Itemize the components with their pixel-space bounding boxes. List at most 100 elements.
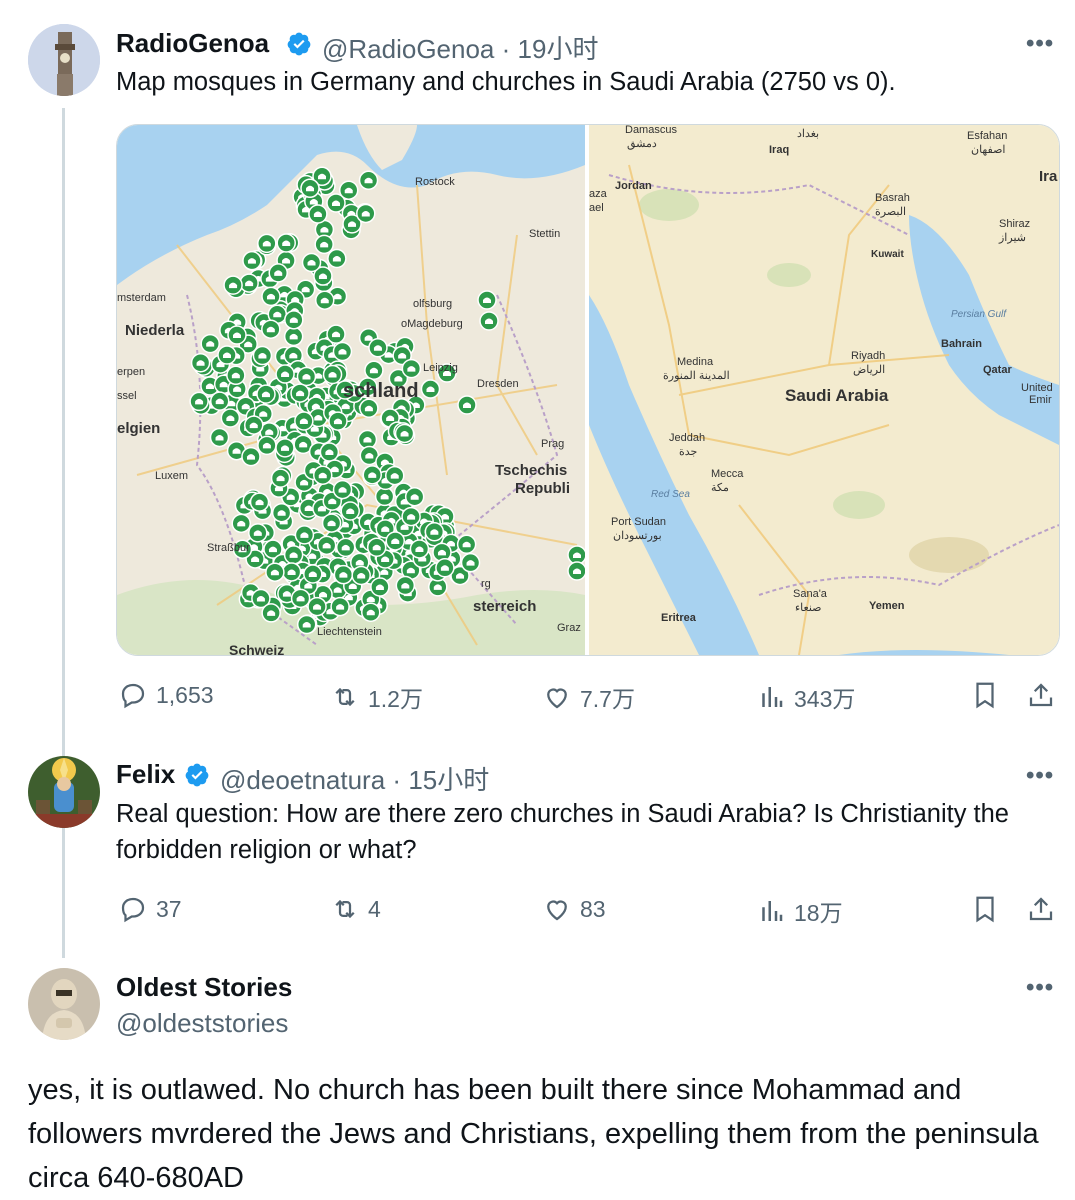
- map-label: Schweiz: [229, 642, 284, 655]
- map-label: Shiraz: [999, 218, 1030, 230]
- separator-dot: ·: [392, 765, 402, 795]
- map-label: erpen: [117, 366, 145, 378]
- map-label: Saudi Arabia: [785, 386, 889, 405]
- map-label: البصرة: [875, 206, 906, 218]
- map-label: Rostock: [415, 176, 455, 188]
- author-name[interactable]: Felix: [116, 759, 175, 790]
- map-label: Straßbur: [207, 542, 250, 554]
- saudi-map: Damascus دمشق Iraq بغداد Esfahan اصفهان …: [589, 125, 1059, 655]
- views-count: 18万: [794, 900, 843, 926]
- map-label: Leipzig: [423, 362, 458, 374]
- tweet-text: Map mosques in Germany and churches in S…: [116, 68, 896, 96]
- map-label: olfsburg: [413, 298, 452, 310]
- map-image: Rostock Stettin msterdam Niederla olfsbu…: [117, 125, 1059, 655]
- map-label: msterdam: [117, 292, 166, 304]
- map-label: United: [1021, 382, 1053, 394]
- map-label: Ira: [1039, 168, 1058, 185]
- map-label: Jeddah: [669, 432, 705, 444]
- avatar[interactable]: [28, 756, 100, 828]
- map-label: Red Sea: [651, 489, 690, 500]
- separator-dot: ·: [501, 34, 511, 64]
- reply-count: 37: [156, 895, 182, 922]
- map-label: Yemen: [869, 600, 905, 612]
- more-icon[interactable]: •••: [1026, 762, 1054, 790]
- views-button[interactable]: 343万: [756, 680, 855, 714]
- map-label: دمشق: [627, 138, 657, 150]
- views-count: 343万: [794, 686, 856, 712]
- map-label: Prag: [541, 438, 564, 450]
- map-label: Jordan: [615, 180, 652, 192]
- map-label: Emir: [1029, 394, 1052, 406]
- retweet-button[interactable]: 4: [330, 894, 381, 924]
- verified-badge-icon: [287, 32, 311, 56]
- avatar[interactable]: [28, 968, 100, 1040]
- map-label: مكة: [711, 482, 729, 494]
- author-handle[interactable]: @oldeststories: [116, 1008, 288, 1039]
- more-icon[interactable]: •••: [1026, 30, 1054, 58]
- views-icon: [762, 901, 783, 921]
- reply-text: yes, it is outlawed. No church has been …: [28, 1074, 1039, 1194]
- more-icon[interactable]: •••: [1026, 974, 1054, 1002]
- retweet-button[interactable]: 1.2万: [330, 680, 423, 714]
- map-label: المدينة المنورة: [663, 370, 730, 382]
- reply-button[interactable]: 1,653: [118, 680, 214, 710]
- map-label: صنعاء: [795, 602, 822, 614]
- tweet-text: Real question: How are there zero church…: [116, 800, 1009, 864]
- reply-count: 1,653: [156, 681, 214, 708]
- views-icon: [762, 687, 783, 707]
- map-label: Mecca: [711, 468, 744, 480]
- reply-button[interactable]: 37: [118, 894, 182, 924]
- map-label: aza: [589, 188, 608, 200]
- map-label: Dresden: [477, 378, 519, 390]
- bookmark-icon[interactable]: [970, 894, 1000, 924]
- avatar[interactable]: [28, 24, 100, 96]
- thread-line: [62, 108, 65, 958]
- map-label: Medina: [677, 356, 714, 368]
- map-label: شيراز: [998, 232, 1026, 244]
- map-label: rg: [481, 578, 491, 590]
- heart-icon: [547, 900, 567, 921]
- reply-icon: [121, 897, 145, 923]
- map-label: ael: [589, 202, 604, 214]
- map-label: Niederla: [125, 322, 185, 339]
- map-label: Eritrea: [661, 612, 697, 624]
- author-name[interactable]: RadioGenoa: [116, 28, 269, 59]
- map-label: Kuwait: [871, 249, 904, 260]
- retweet-count: 4: [368, 895, 381, 922]
- map-label: Luxem: [155, 470, 188, 482]
- map-label: sterreich: [473, 598, 536, 615]
- author-handle[interactable]: @deoetnatura: [220, 765, 385, 795]
- map-label: schland: [343, 380, 419, 402]
- map-label: بغداد: [797, 128, 819, 140]
- tweet-meta: @deoetnatura · 15小时: [220, 760, 489, 797]
- reply-icon: [121, 683, 145, 709]
- map-label: بورتسودان: [613, 530, 662, 542]
- like-count: 83: [580, 895, 606, 922]
- map-label: Liechtenstein: [317, 626, 382, 638]
- retweet-icon: [335, 899, 355, 919]
- map-label: Esfahan: [967, 130, 1007, 142]
- like-count: 7.7万: [580, 686, 635, 712]
- author-handle[interactable]: @RadioGenoa: [322, 34, 494, 64]
- map-label: Basrah: [875, 192, 910, 204]
- share-icon[interactable]: [1026, 894, 1056, 924]
- map-label: اصفهان: [971, 144, 1005, 156]
- timestamp[interactable]: 15小时: [408, 765, 489, 795]
- like-button[interactable]: 83: [542, 894, 606, 924]
- like-button[interactable]: 7.7万: [542, 680, 635, 714]
- retweet-count: 1.2万: [368, 686, 423, 712]
- timestamp[interactable]: 19小时: [518, 34, 599, 64]
- map-label: Bahrain: [941, 338, 982, 350]
- bookmark-icon[interactable]: [970, 680, 1000, 710]
- share-icon[interactable]: [1026, 680, 1056, 710]
- retweet-icon: [335, 687, 355, 707]
- tweet-media[interactable]: Rostock Stettin msterdam Niederla olfsbu…: [116, 124, 1060, 656]
- map-label: Persian Gulf: [951, 309, 1007, 320]
- map-label: Republi: [515, 480, 570, 497]
- germany-map: Rostock Stettin msterdam Niederla olfsbu…: [117, 125, 587, 655]
- map-label: Qatar: [983, 364, 1012, 376]
- views-button[interactable]: 18万: [756, 894, 843, 928]
- author-name[interactable]: Oldest Stories: [116, 972, 292, 1003]
- map-label: Riyadh: [851, 350, 885, 362]
- map-label: Damascus: [625, 125, 677, 136]
